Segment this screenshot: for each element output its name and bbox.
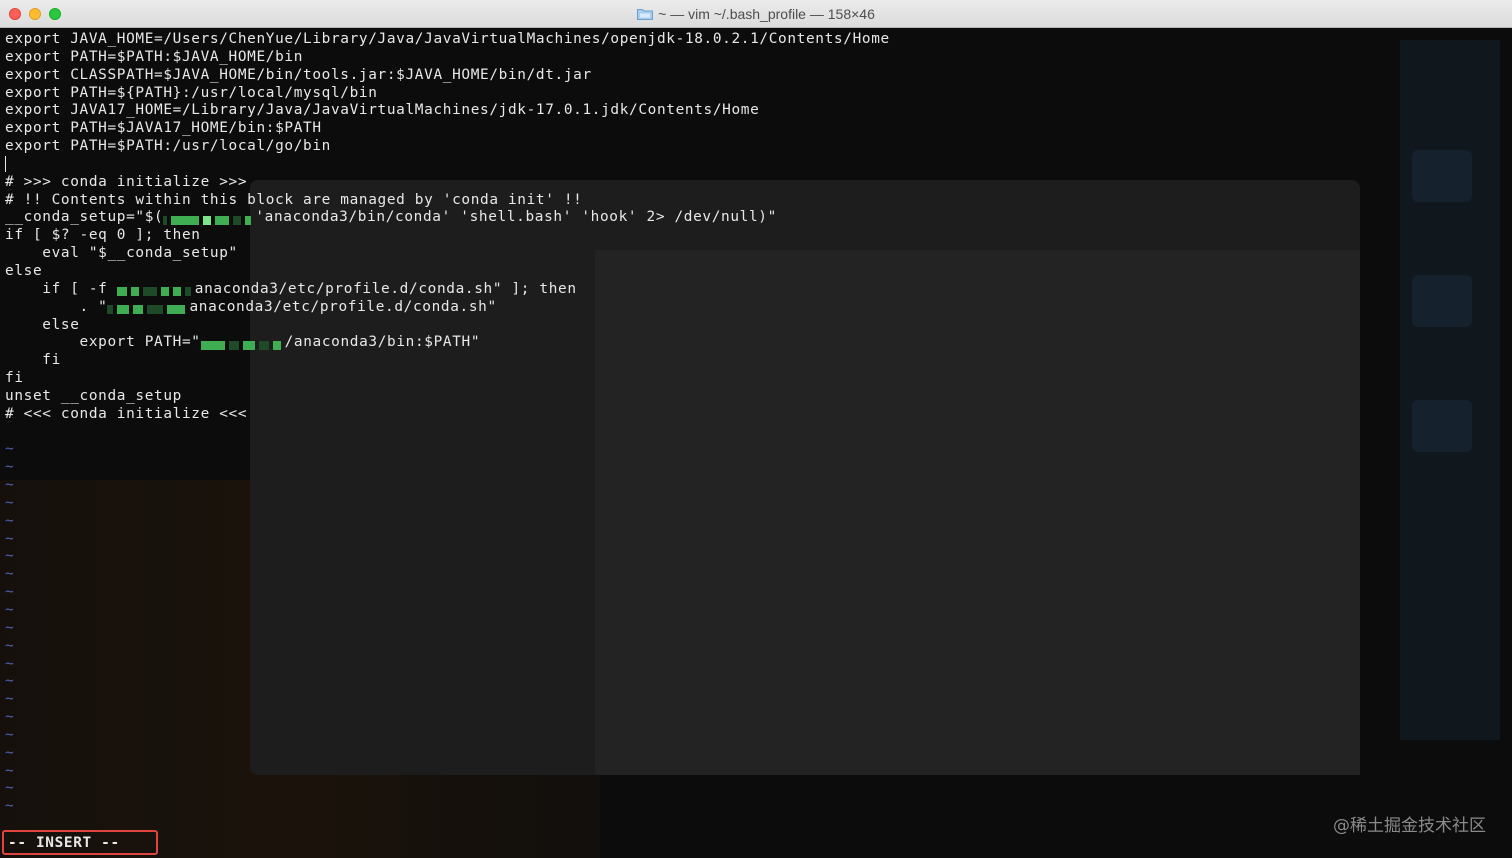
editor-line[interactable]: fi	[5, 352, 1505, 370]
empty-line-marker: ~	[5, 566, 15, 583]
editor-line[interactable]: export PATH=" /anaconda3/bin:$PATH"	[5, 334, 1505, 352]
empty-line-marker: ~	[5, 744, 15, 761]
empty-line-marker: ~	[5, 494, 15, 511]
line-text: if [ -f	[5, 280, 117, 297]
redacted-path	[107, 302, 189, 315]
editor-line[interactable]	[5, 155, 1505, 174]
editor-line[interactable]: # >>> conda initialize >>>	[5, 174, 1505, 192]
editor-line[interactable]: export PATH=$PATH:$JAVA_HOME/bin	[5, 49, 1505, 67]
empty-line-marker: ~	[5, 780, 15, 797]
editor-line[interactable]: export PATH=$JAVA17_HOME/bin:$PATH	[5, 120, 1505, 138]
empty-line-marker: ~	[5, 459, 15, 476]
line-text: . "	[5, 298, 108, 315]
editor-line[interactable]: export CLASSPATH=$JAVA_HOME/bin/tools.ja…	[5, 67, 1505, 85]
empty-line-marker: ~	[5, 477, 15, 494]
line-text: anaconda3/etc/profile.d/conda.sh" ]; the…	[194, 280, 577, 297]
editor-line[interactable]: . " anaconda3/etc/profile.d/conda.sh"	[5, 299, 1505, 317]
window-title-group: ~ — vim ~/.bash_profile — 158×46	[0, 0, 1512, 28]
redacted-path	[163, 212, 255, 225]
empty-line-marker: ~	[5, 673, 15, 690]
text-cursor	[5, 155, 6, 172]
title-bar[interactable]: ~ — vim ~/.bash_profile — 158×46	[0, 0, 1512, 28]
vim-editor[interactable]: export JAVA_HOME=/Users/ChenYue/Library/…	[5, 31, 1505, 816]
line-text: anaconda3/etc/profile.d/conda.sh"	[189, 298, 497, 315]
editor-line[interactable]: # !! Contents within this block are mana…	[5, 192, 1505, 210]
empty-line-marker: ~	[5, 798, 15, 815]
empty-line-marker: ~	[5, 726, 15, 743]
editor-line[interactable]: export PATH=${PATH}:/usr/local/mysql/bin	[5, 85, 1505, 103]
redacted-path	[116, 284, 195, 297]
editor-line[interactable]: unset __conda_setup	[5, 388, 1505, 406]
editor-line[interactable]: export JAVA_HOME=/Users/ChenYue/Library/…	[5, 31, 1505, 49]
empty-line-marker: ~	[5, 691, 15, 708]
editor-line[interactable]: if [ $? -eq 0 ]; then	[5, 227, 1505, 245]
editor-line[interactable]: export JAVA17_HOME=/Library/Java/JavaVir…	[5, 102, 1505, 120]
editor-line[interactable]: # <<< conda initialize <<<	[5, 406, 1505, 424]
editor-line[interactable]: __conda_setup="$( 'anaconda3/bin/conda' '…	[5, 209, 1505, 227]
empty-line-marker: ~	[5, 584, 15, 601]
editor-line[interactable]: export PATH=$PATH:/usr/local/go/bin	[5, 138, 1505, 156]
editor-line[interactable]: fi	[5, 370, 1505, 388]
editor-line[interactable]: if [ -f anaconda3/etc/profile.d/conda.sh…	[5, 281, 1505, 299]
empty-line-marker: ~	[5, 530, 15, 547]
window-title: ~ — vim ~/.bash_profile — 158×46	[658, 6, 875, 22]
watermark: @稀土掘金技术社区	[1333, 816, 1486, 836]
editor-line[interactable]	[5, 424, 1505, 442]
line-text: __conda_setup="$(	[5, 209, 164, 226]
editor-line[interactable]: eval "$__conda_setup"	[5, 245, 1505, 263]
line-text: /anaconda3/bin:$PATH"	[284, 334, 481, 351]
empty-line-marker: ~	[5, 548, 15, 565]
empty-line-marker: ~	[5, 655, 15, 672]
empty-line-marker: ~	[5, 709, 15, 726]
empty-line-marker: ~	[5, 441, 15, 458]
redacted-path	[200, 337, 285, 350]
folder-icon	[637, 9, 654, 20]
terminal-window: ~ — vim ~/.bash_profile — 158×46 export …	[0, 0, 1512, 858]
empty-line-marker: ~	[5, 762, 15, 779]
empty-line-marker: ~	[5, 619, 15, 636]
editor-line[interactable]: else	[5, 263, 1505, 281]
editor-line[interactable]: else	[5, 317, 1505, 335]
empty-line-marker: ~	[5, 637, 15, 654]
line-text: 'anaconda3/bin/conda' 'shell.bash' 'hook…	[255, 209, 777, 226]
empty-line-marker: ~	[5, 512, 15, 529]
empty-line-marker: ~	[5, 602, 15, 618]
vim-mode-indicator: -- INSERT --	[8, 835, 120, 851]
line-text: export PATH="	[5, 334, 201, 351]
